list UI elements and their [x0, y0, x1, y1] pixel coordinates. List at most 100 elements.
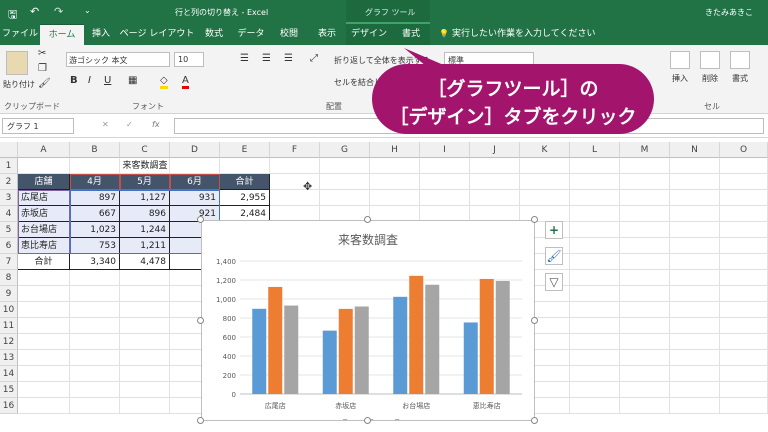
grid-cell[interactable] [570, 366, 620, 382]
value-cell[interactable]: 1,023 [70, 222, 120, 238]
align-left-icon[interactable]: ☰ [240, 53, 249, 64]
underline-icon[interactable]: U [104, 75, 111, 86]
row-header-7[interactable]: 7 [0, 254, 18, 270]
grid-cell[interactable] [720, 334, 768, 350]
grid-cell[interactable] [620, 174, 670, 190]
select-all-corner[interactable] [0, 142, 18, 158]
grid-cell[interactable] [670, 254, 720, 270]
grid-cell[interactable] [620, 350, 670, 366]
grid-cell[interactable] [120, 286, 170, 302]
grid-cell[interactable] [520, 190, 570, 206]
font-name-dropdown[interactable]: 游ゴシック 本文 [66, 52, 170, 67]
grid-cell[interactable] [570, 382, 620, 398]
column-header-a[interactable]: A [18, 142, 70, 158]
border-icon[interactable]: ▦ [128, 75, 137, 86]
grid-cell[interactable] [18, 286, 70, 302]
bar-6月-恵比寿店[interactable] [495, 280, 510, 394]
bar-6月-広尾店[interactable] [284, 305, 299, 394]
column-header-m[interactable]: M [620, 142, 670, 158]
grid-cell[interactable] [570, 206, 620, 222]
grid-cell[interactable] [420, 190, 470, 206]
grid-cell[interactable] [70, 366, 120, 382]
bar-4月-広尾店[interactable] [252, 308, 267, 394]
column-header-j[interactable]: J [470, 142, 520, 158]
sheet-title[interactable]: 来客数調査 [70, 158, 220, 174]
tab-file[interactable]: ファイル [0, 24, 40, 45]
tab-insert[interactable]: 挿入 [84, 24, 118, 45]
grid-cell[interactable] [70, 382, 120, 398]
grid-cell[interactable] [70, 302, 120, 318]
grid-cell[interactable] [620, 382, 670, 398]
total-label-cell[interactable]: 合計 [18, 254, 70, 270]
value-cell[interactable]: 1,244 [120, 222, 170, 238]
grid-cell[interactable] [570, 190, 620, 206]
resize-handle[interactable] [197, 316, 204, 324]
grid-cell[interactable] [120, 318, 170, 334]
format-painter-icon[interactable]: 🖌 [38, 78, 51, 89]
grid-cell[interactable] [720, 318, 768, 334]
redo-icon[interactable]: ↷ [54, 5, 63, 18]
row-header-10[interactable]: 10 [0, 302, 18, 318]
paste-icon[interactable] [6, 51, 28, 75]
row-header-12[interactable]: 12 [0, 334, 18, 350]
column-header-o[interactable]: O [720, 142, 768, 158]
grid-cell[interactable] [70, 286, 120, 302]
align-center-icon[interactable]: ☰ [262, 53, 271, 64]
bar-4月-恵比寿店[interactable] [463, 322, 478, 394]
user-name[interactable]: きたみあきこ [705, 7, 753, 18]
column-header-g[interactable]: G [320, 142, 370, 158]
grid-cell[interactable] [720, 270, 768, 286]
column-header-k[interactable]: K [520, 142, 570, 158]
bold-icon[interactable]: B [70, 75, 78, 86]
grid-cell[interactable] [720, 238, 768, 254]
grid-cell[interactable] [620, 398, 670, 414]
grid-cell[interactable] [620, 318, 670, 334]
grid-cell[interactable] [720, 158, 768, 174]
grid-cell[interactable] [120, 270, 170, 286]
grid-cell[interactable] [18, 366, 70, 382]
grid-cell[interactable] [670, 382, 720, 398]
grid-cell[interactable] [18, 398, 70, 414]
table-header[interactable]: 合計 [220, 174, 270, 190]
column-header-b[interactable]: B [70, 142, 120, 158]
grid-cell[interactable] [370, 158, 420, 174]
grid-cell[interactable] [120, 398, 170, 414]
grid-cell[interactable] [470, 190, 520, 206]
row-header-8[interactable]: 8 [0, 270, 18, 286]
grid-cell[interactable] [18, 334, 70, 350]
row-header-13[interactable]: 13 [0, 350, 18, 366]
column-header-f[interactable]: F [270, 142, 320, 158]
grid-cell[interactable] [620, 334, 670, 350]
tab-home[interactable]: ホーム [40, 24, 84, 45]
grid-cell[interactable] [70, 318, 120, 334]
grid-cell[interactable] [70, 270, 120, 286]
grid-cell[interactable] [620, 222, 670, 238]
grid-cell[interactable] [670, 334, 720, 350]
bar-5月-広尾店[interactable] [268, 286, 283, 394]
grid-cell[interactable] [120, 382, 170, 398]
grid-cell[interactable] [620, 302, 670, 318]
grid-cell[interactable] [670, 238, 720, 254]
value-cell[interactable]: 896 [120, 206, 170, 222]
store-name-cell[interactable]: 赤坂店 [18, 206, 70, 222]
grid-cell[interactable] [720, 174, 768, 190]
bar-5月-恵比寿店[interactable] [479, 278, 494, 394]
grid-cell[interactable] [570, 318, 620, 334]
grid-cell[interactable] [370, 174, 420, 190]
tab-view[interactable]: 表示 [308, 24, 346, 45]
grid-cell[interactable] [470, 158, 520, 174]
grid-cell[interactable] [570, 238, 620, 254]
grid-cell[interactable] [18, 158, 70, 174]
fill-color-icon[interactable]: ◇ [160, 75, 168, 89]
chart-plot[interactable]: 0 200 400 600 800 1,000 1,200 1,400 広尾店 赤坂店 お台場店 恵比… [202, 221, 534, 420]
grid-cell[interactable] [370, 190, 420, 206]
table-header[interactable]: 店舗 [18, 174, 70, 190]
grid-cell[interactable] [520, 158, 570, 174]
row-header-14[interactable]: 14 [0, 366, 18, 382]
grid-cell[interactable] [620, 158, 670, 174]
copy-icon[interactable]: ❐ [38, 63, 47, 74]
total-cell[interactable]: 4,478 [120, 254, 170, 270]
row-header-2[interactable]: 2 [0, 174, 18, 190]
grid-cell[interactable] [570, 270, 620, 286]
grid-cell[interactable] [570, 174, 620, 190]
